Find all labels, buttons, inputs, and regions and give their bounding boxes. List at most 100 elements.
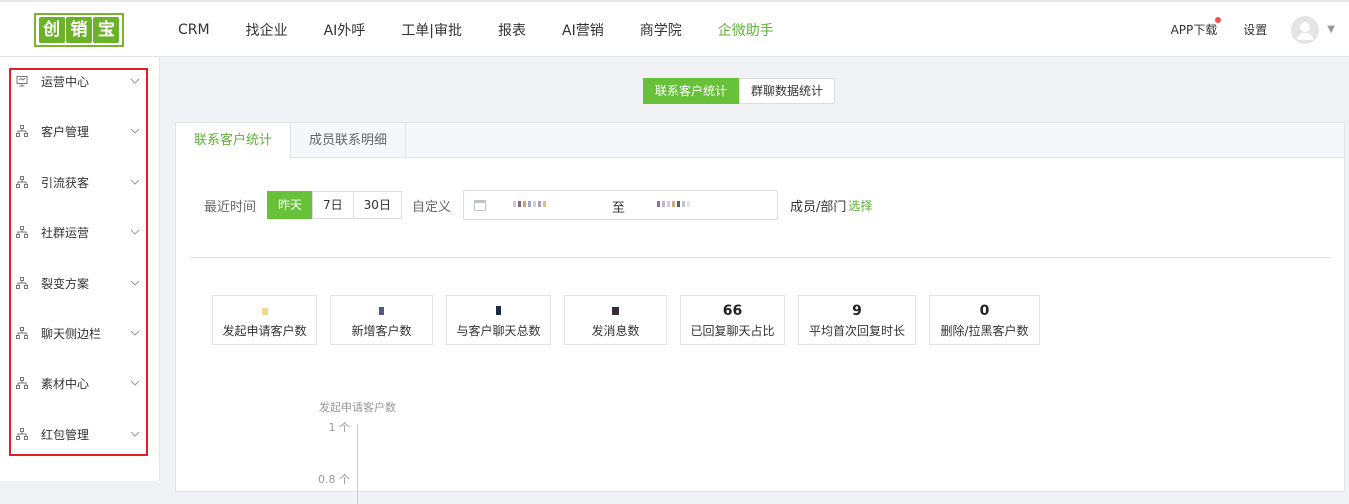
sidebar-item-label: 红包管理 bbox=[41, 427, 90, 442]
stat-label: 删除/拉黑客户数 bbox=[940, 324, 1029, 338]
stat-label: 发起申请客户数 bbox=[222, 324, 307, 338]
7-days-button[interactable]: 7日 bbox=[312, 191, 354, 219]
start-date-obscured bbox=[512, 197, 547, 210]
sidebar-item-label: 客户管理 bbox=[41, 124, 90, 139]
main-nav: CRM 找企业 AI外呼 工单|审批 报表 AI营销 商学院 企微助手 bbox=[160, 2, 792, 57]
nav-wecom-assistant[interactable]: 企微助手 bbox=[718, 20, 774, 40]
monitor-icon bbox=[16, 76, 28, 87]
chevron-down-icon[interactable]: ▼ bbox=[1327, 24, 1335, 35]
logo[interactable]: 创 销 宝 bbox=[34, 13, 124, 47]
stat-value: 66 bbox=[722, 303, 743, 319]
stat-label: 平均首次回复时长 bbox=[808, 324, 905, 338]
sidebar-item-customers[interactable]: 客户管理 bbox=[16, 121, 142, 141]
stat-card-deleted-customers[interactable]: 0 删除/拉黑客户数 bbox=[929, 295, 1040, 345]
settings-link[interactable]: 设置 bbox=[1243, 21, 1267, 38]
sitemap-icon bbox=[16, 377, 28, 389]
chevron-down-icon bbox=[130, 78, 140, 84]
member-department-label: 成员/部门 bbox=[789, 199, 847, 215]
notification-dot bbox=[1215, 17, 1222, 23]
stat-value bbox=[447, 303, 550, 319]
sidebar-item-fission[interactable]: 裂变方案 bbox=[16, 273, 142, 293]
sidebar-item-label: 社群运营 bbox=[41, 225, 90, 240]
yesterday-button[interactable]: 昨天 bbox=[267, 191, 314, 219]
nav-ticket-approval[interactable]: 工单|审批 bbox=[401, 20, 462, 40]
stats-panel: 联系客户统计 成员联系明细 最近时间 昨天 7日 30日 自定义 至 成员/部门… bbox=[175, 122, 1345, 504]
stat-card-new-customers[interactable]: 新增客户数 bbox=[330, 295, 433, 345]
stat-label: 发消息数 bbox=[591, 324, 640, 338]
chevron-down-icon bbox=[130, 431, 140, 437]
nav-crm[interactable]: CRM bbox=[178, 22, 210, 38]
sitemap-icon bbox=[16, 226, 28, 238]
stat-card-messages-sent[interactable]: 发消息数 bbox=[564, 295, 667, 345]
end-date-obscured bbox=[656, 197, 691, 210]
stat-value bbox=[213, 303, 316, 319]
user-avatar[interactable] bbox=[1291, 15, 1320, 44]
top-navigation-bar: 创 销 宝 CRM 找企业 AI外呼 工单|审批 报表 AI营销 商学院 企微助… bbox=[0, 0, 1349, 57]
stat-card-reply-ratio[interactable]: 66 已回复聊天占比 bbox=[680, 295, 785, 345]
nav-ai-marketing[interactable]: AI营销 bbox=[562, 20, 604, 40]
main-content: 联系客户统计 群聊数据统计 联系客户统计 成员联系明细 最近时间 昨天 7日 3… bbox=[160, 57, 1349, 504]
chevron-down-icon bbox=[130, 330, 140, 336]
chevron-down-icon bbox=[130, 179, 140, 185]
sidebar-item-operations[interactable]: 运营中心 bbox=[16, 71, 142, 91]
panel-tabs: 联系客户统计 成员联系明细 bbox=[176, 123, 1344, 159]
sitemap-icon bbox=[16, 428, 28, 440]
select-member-link[interactable]: 选择 bbox=[848, 197, 872, 214]
chevron-down-icon bbox=[130, 229, 140, 235]
nav-business-school[interactable]: 商学院 bbox=[640, 20, 682, 40]
sidebar-item-community[interactable]: 社群运营 bbox=[16, 222, 142, 242]
calendar-icon bbox=[473, 200, 486, 211]
stat-value bbox=[331, 303, 432, 319]
sidebar-item-materials[interactable]: 素材中心 bbox=[16, 373, 142, 393]
date-range-picker[interactable]: 至 bbox=[462, 190, 778, 220]
group-stats-button[interactable]: 群聊数据统计 bbox=[739, 78, 836, 104]
stat-value bbox=[565, 303, 666, 319]
sitemap-icon bbox=[16, 327, 28, 339]
stat-label: 与客户聊天总数 bbox=[456, 324, 541, 338]
logo-char: 创 bbox=[38, 17, 65, 43]
logo-char: 宝 bbox=[93, 17, 120, 43]
stat-label: 已回复聊天占比 bbox=[690, 324, 775, 338]
stat-value: 0 bbox=[979, 303, 990, 319]
sitemap-icon bbox=[16, 277, 28, 289]
quick-range-group: 昨天 7日 30日 bbox=[267, 191, 402, 219]
tab-contact-stats[interactable]: 联系客户统计 bbox=[176, 123, 292, 159]
sidebar-item-label: 引流获客 bbox=[41, 175, 90, 190]
y-tick-label: 1 个 bbox=[328, 421, 351, 434]
date-separator: 至 bbox=[611, 201, 625, 216]
sidebar-item-label: 聊天侧边栏 bbox=[41, 326, 102, 341]
stat-card-first-reply-time[interactable]: 9 平均首次回复时长 bbox=[798, 295, 916, 345]
stat-card-applications[interactable]: 发起申请客户数 bbox=[212, 295, 317, 345]
app-download-label: APP下载 bbox=[1170, 23, 1218, 37]
stat-value: 9 bbox=[852, 303, 862, 319]
sitemap-icon bbox=[16, 125, 28, 137]
y-tick-label: 0.8 个 bbox=[318, 473, 350, 486]
chevron-down-icon bbox=[130, 380, 140, 386]
contact-stats-button[interactable]: 联系客户统计 bbox=[643, 78, 740, 104]
chevron-down-icon bbox=[130, 128, 140, 134]
30-days-button[interactable]: 30日 bbox=[352, 191, 402, 219]
nav-find-company[interactable]: 找企业 bbox=[246, 20, 288, 40]
sidebar-item-red-packet[interactable]: 红包管理 bbox=[16, 424, 142, 444]
recent-time-label: 最近时间 bbox=[204, 199, 257, 215]
app-download-link[interactable]: APP下载 bbox=[1170, 17, 1222, 38]
divider bbox=[190, 257, 1331, 258]
stat-label: 新增客户数 bbox=[351, 324, 412, 338]
header-tools: APP下载 设置 ▼ bbox=[1171, 2, 1335, 57]
sidebar-item-label: 裂变方案 bbox=[41, 276, 90, 291]
filter-bar: 最近时间 昨天 7日 30日 自定义 至 成员/部门 选择 bbox=[204, 190, 872, 220]
chart-y-axis bbox=[357, 424, 358, 504]
sidebar: 运营中心 客户管理 引流获客 社群运营 裂变方案 聊天侧边栏 素材中心 红包管理 bbox=[0, 57, 160, 481]
tab-member-detail[interactable]: 成员联系明细 bbox=[291, 123, 407, 157]
stat-card-total-chats[interactable]: 与客户聊天总数 bbox=[446, 295, 551, 345]
nav-ai-call[interactable]: AI外呼 bbox=[324, 20, 366, 40]
sidebar-item-label: 运营中心 bbox=[41, 74, 90, 89]
sidebar-item-lead-generation[interactable]: 引流获客 bbox=[16, 172, 142, 192]
sidebar-item-label: 素材中心 bbox=[41, 376, 90, 391]
stats-type-switch: 联系客户统计 群聊数据统计 bbox=[643, 78, 836, 104]
nav-reports[interactable]: 报表 bbox=[498, 20, 526, 40]
logo-char: 销 bbox=[65, 17, 92, 43]
chart-title: 发起申请客户数 bbox=[319, 401, 396, 414]
custom-range-label: 自定义 bbox=[411, 199, 451, 215]
sidebar-item-chat-sidebar[interactable]: 聊天侧边栏 bbox=[16, 323, 142, 343]
